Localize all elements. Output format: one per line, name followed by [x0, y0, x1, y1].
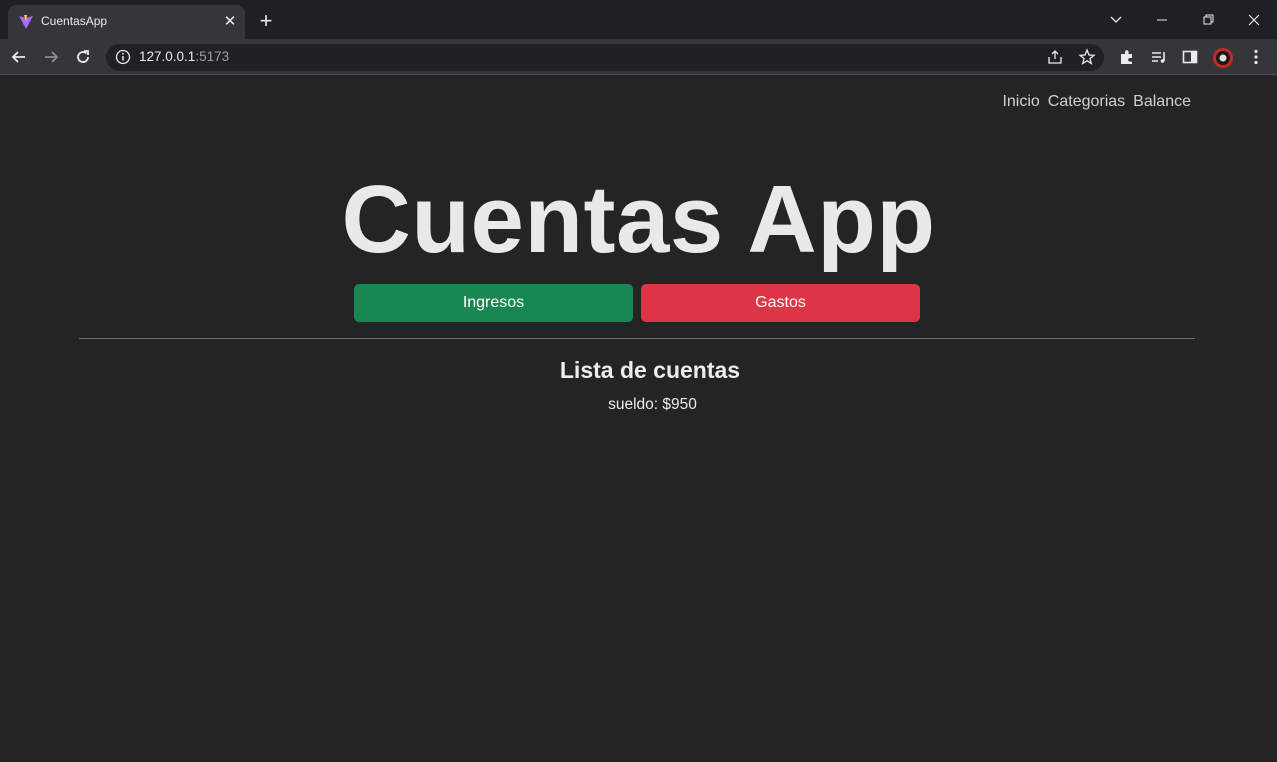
tab-search-chevron-icon[interactable]	[1106, 10, 1126, 30]
minimize-icon[interactable]	[1152, 10, 1172, 30]
nav-link-categorias[interactable]: Categorias	[1048, 93, 1125, 111]
browser-toolbar: 127.0.0.1:5173	[0, 39, 1277, 75]
media-queue-icon[interactable]	[1149, 47, 1169, 67]
app-page: Inicio Categorias Balance Cuentas App In…	[0, 76, 1277, 762]
restore-icon[interactable]	[1198, 10, 1218, 30]
list-title: Lista de cuentas	[559, 357, 741, 383]
profile-avatar[interactable]	[1212, 47, 1233, 68]
url-port: :5173	[195, 49, 230, 64]
page-title: Cuentas App	[341, 166, 936, 273]
back-arrow-icon[interactable]	[9, 47, 29, 67]
list-item: sueldo: $950	[0, 396, 1277, 414]
url-host: 127.0.0.1	[139, 49, 196, 64]
address-bar[interactable]: 127.0.0.1:5173	[106, 44, 1104, 71]
chrome-menu-icon[interactable]	[1246, 47, 1266, 67]
tab-close-icon[interactable]: ✕	[222, 14, 238, 30]
extensions-puzzle-icon[interactable]	[1117, 47, 1137, 67]
side-panel-icon[interactable]	[1180, 47, 1200, 67]
browser-titlebar: CuentasApp ✕ +	[0, 0, 1277, 39]
close-window-icon[interactable]	[1244, 10, 1264, 30]
account-name: sueldo	[608, 396, 654, 413]
account-amount: $950	[662, 396, 697, 413]
tab-title: CuentasApp	[41, 14, 108, 28]
expense-button[interactable]: Gastos	[641, 284, 920, 322]
nav-link-balance[interactable]: Balance	[1133, 93, 1191, 111]
divider	[79, 338, 1195, 339]
site-info-icon[interactable]	[115, 49, 131, 65]
url-text: 127.0.0.1:5173	[139, 49, 229, 64]
vite-favicon-icon	[18, 14, 34, 30]
income-button[interactable]: Ingresos	[354, 284, 633, 322]
browser-tab[interactable]: CuentasApp ✕	[8, 5, 245, 39]
forward-arrow-icon[interactable]	[41, 47, 61, 67]
bookmark-star-icon[interactable]	[1078, 48, 1096, 66]
top-nav: Inicio Categorias Balance	[1002, 93, 1191, 111]
nav-link-inicio[interactable]: Inicio	[1002, 93, 1039, 111]
reload-icon[interactable]	[73, 47, 93, 67]
new-tab-plus-icon[interactable]: +	[256, 10, 276, 32]
share-icon[interactable]	[1046, 48, 1064, 66]
